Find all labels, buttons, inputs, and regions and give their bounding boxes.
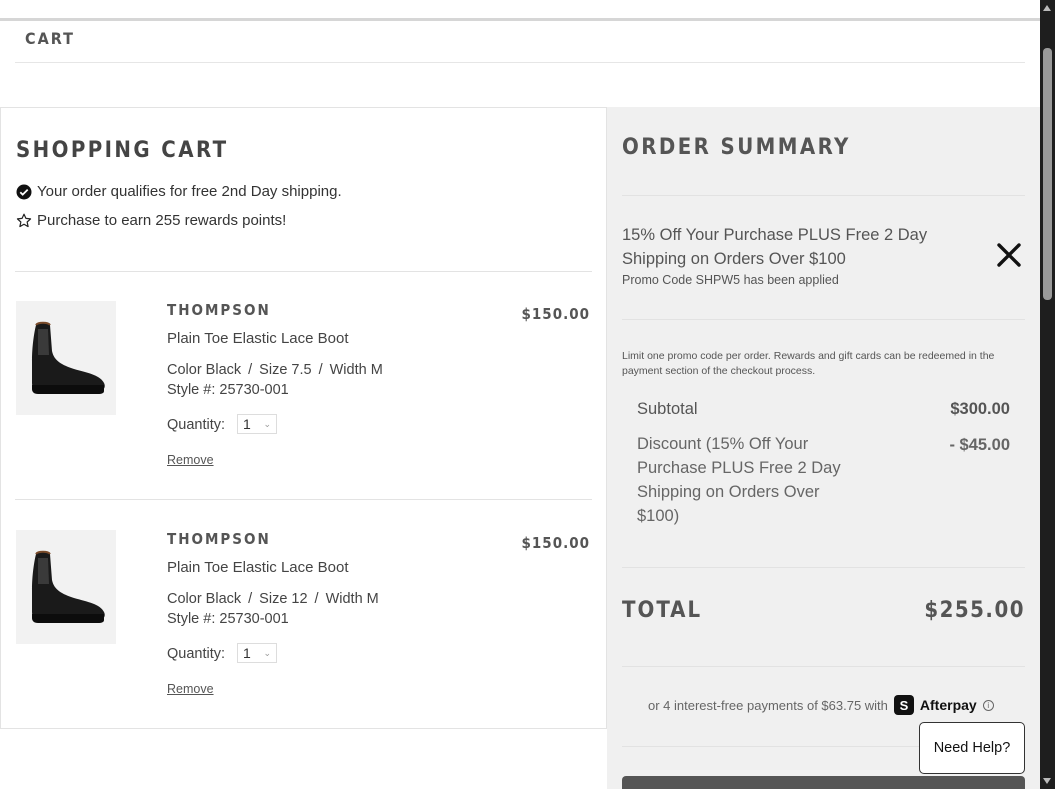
chevron-down-icon: ⌄ [263, 419, 271, 429]
total-label: TOTAL [622, 598, 703, 623]
cart-divider [15, 499, 592, 500]
product-color: Color Black [167, 591, 242, 607]
product-width: Width M [329, 362, 383, 378]
afterpay-text: or 4 interest-free payments of $63.75 wi… [648, 697, 888, 713]
rewards-note: Purchase to earn 255 rewards points! [16, 212, 286, 229]
summary-title: ORDER SUMMARY [622, 135, 851, 160]
info-icon[interactable]: i [982, 699, 994, 711]
item-price: $150.00 [521, 534, 590, 552]
quantity-label: Quantity: [167, 646, 226, 662]
quantity-value: 1 [243, 645, 251, 661]
shipping-note: Your order qualifies for free 2nd Day sh… [16, 183, 342, 200]
quantity-value: 1 [243, 416, 251, 432]
summary-divider [622, 319, 1025, 320]
product-style-number: Style #: 25730-001 [167, 611, 289, 627]
scrollbar-thumb[interactable] [1043, 48, 1052, 300]
afterpay-info: or 4 interest-free payments of $63.75 wi… [648, 695, 994, 715]
header-divider [0, 18, 1040, 21]
product-image[interactable] [16, 530, 116, 644]
product-width: Width M [325, 591, 379, 607]
cart-item: THOMPSON Plain Toe Elastic Lace Boot Col… [0, 301, 607, 511]
star-icon [16, 213, 32, 229]
product-attributes: Color Black / Size 7.5 / Width M [167, 362, 383, 378]
subtotal-row: Subtotal $300.00 [637, 400, 1010, 419]
subtotal-value: $300.00 [950, 400, 1010, 418]
scroll-down-arrow-icon[interactable] [1043, 778, 1051, 784]
summary-divider [622, 666, 1025, 667]
product-image[interactable] [16, 301, 116, 415]
attr-separator: / [248, 591, 253, 607]
afterpay-brand: Afterpay [919, 697, 977, 713]
discount-label: Discount (15% Off Your Purchase PLUS Fre… [637, 435, 841, 525]
quantity-select[interactable]: 1 ⌄ [237, 643, 277, 663]
product-size: Size 7.5 [259, 362, 312, 378]
boot-icon [32, 550, 105, 623]
total-row: TOTAL $255.00 [622, 598, 1025, 623]
check-circle-icon [16, 184, 32, 200]
scrollbar[interactable] [1040, 0, 1055, 789]
discount-row: Discount (15% Off Your Purchase PLUS Fre… [637, 432, 1010, 528]
product-name[interactable]: Plain Toe Elastic Lace Boot [167, 330, 349, 347]
subtotal-label: Subtotal [637, 400, 698, 418]
breadcrumb[interactable]: CART [25, 29, 75, 48]
remove-link[interactable]: Remove [167, 682, 214, 696]
total-value: $255.00 [924, 598, 1025, 623]
product-name[interactable]: Plain Toe Elastic Lace Boot [167, 559, 349, 576]
breadcrumb-divider [15, 62, 1025, 63]
checkout-button[interactable] [622, 776, 1025, 789]
cart-divider [15, 271, 592, 272]
summary-divider [622, 195, 1025, 196]
scroll-up-arrow-icon[interactable] [1043, 5, 1051, 11]
product-attributes: Color Black / Size 12 / Width M [167, 591, 379, 607]
summary-divider [622, 567, 1025, 568]
product-size: Size 12 [259, 591, 308, 607]
attr-separator: / [318, 362, 323, 378]
attr-separator: / [314, 591, 319, 607]
attr-separator: / [248, 362, 253, 378]
chevron-down-icon: ⌄ [263, 648, 271, 658]
cart-title: SHOPPING CART [16, 138, 229, 163]
promo-limit-note: Limit one promo code per order. Rewards … [622, 350, 995, 377]
order-summary: ORDER SUMMARY 15% Off Your Purchase PLUS… [607, 107, 1040, 789]
remove-promo-close-icon[interactable] [995, 241, 1023, 269]
item-price: $150.00 [521, 305, 590, 323]
boot-icon [32, 321, 105, 394]
need-help-button[interactable]: Need Help? [919, 722, 1025, 774]
shipping-note-text: Your order qualifies for free 2nd Day sh… [37, 183, 342, 200]
product-brand[interactable]: THOMPSON [167, 530, 271, 548]
product-brand[interactable]: THOMPSON [167, 301, 271, 319]
promo-applied-text: Promo Code SHPW5 has been applied [622, 273, 839, 287]
afterpay-logo-icon: S [893, 695, 914, 715]
cart-item: THOMPSON Plain Toe Elastic Lace Boot Col… [0, 530, 607, 740]
remove-link[interactable]: Remove [167, 453, 214, 467]
discount-value: - $45.00 [949, 436, 1010, 454]
product-color: Color Black [167, 362, 242, 378]
rewards-note-text: Purchase to earn 255 rewards points! [37, 212, 287, 229]
product-style-number: Style #: 25730-001 [167, 382, 289, 398]
promo-description: 15% Off Your Purchase PLUS Free 2 Day Sh… [622, 226, 928, 268]
quantity-select[interactable]: 1 ⌄ [237, 414, 277, 434]
quantity-label: Quantity: [167, 417, 226, 433]
